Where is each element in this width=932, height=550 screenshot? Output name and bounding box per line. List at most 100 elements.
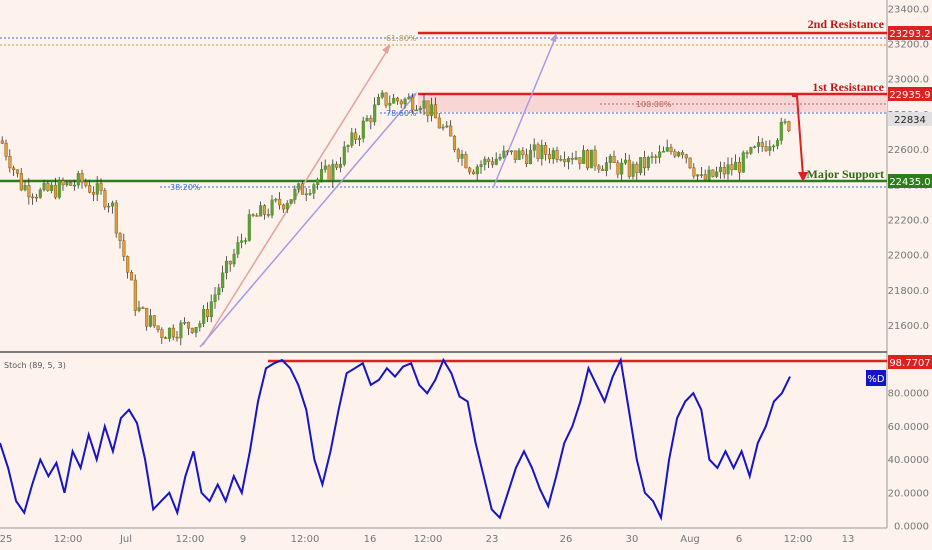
candle-body	[722, 166, 726, 175]
candle-body	[703, 174, 707, 180]
candle-body	[768, 146, 772, 151]
time-tick-label: 16	[364, 534, 377, 545]
candle-body	[46, 183, 50, 191]
stoch-title: Stoch (89, 5, 3)	[4, 361, 66, 370]
candle-body	[190, 327, 194, 333]
candle-body	[61, 180, 65, 186]
time-tick-label: 12:00	[784, 534, 813, 545]
candle-body	[418, 108, 422, 111]
candle-body	[525, 154, 529, 165]
candle-body	[433, 104, 438, 119]
candle-body	[65, 182, 69, 186]
resistance-1-tag: 22935.9	[889, 90, 930, 101]
stoch-tick-label: 20.0000	[888, 488, 929, 499]
candle-body	[205, 309, 210, 318]
candle-body	[152, 315, 156, 327]
candle-body	[331, 163, 335, 181]
candle-body	[726, 164, 730, 175]
candle-body	[12, 167, 16, 171]
candle-body	[107, 205, 111, 208]
candle-body	[578, 157, 582, 164]
stoch-legend-tag: %D	[867, 374, 885, 385]
candle-body	[323, 165, 327, 170]
time-tick-label: 12:00	[176, 534, 205, 545]
candle-body	[475, 166, 479, 175]
candle-body	[464, 154, 468, 169]
candle-body	[680, 152, 685, 155]
candle-body	[430, 104, 434, 116]
candle-body	[171, 327, 175, 338]
price-tick-label: 23000.0	[888, 75, 929, 86]
candle-body	[251, 214, 255, 216]
price-tick-label: 21600.0	[888, 321, 929, 332]
candle-body	[730, 164, 734, 171]
candle-body	[319, 169, 324, 180]
candle-body	[772, 145, 776, 148]
candle-body	[650, 156, 654, 158]
candle-body	[50, 184, 54, 191]
candle-body	[141, 307, 145, 309]
candle-body	[608, 155, 612, 163]
candle-body	[528, 149, 533, 165]
candle-body	[84, 181, 88, 186]
candle-body	[741, 152, 745, 173]
candle-body	[118, 232, 122, 241]
candle-body	[27, 185, 31, 198]
resistance-2-label: 2nd Resistance	[808, 17, 885, 31]
candle-body	[506, 150, 510, 153]
chart-background	[0, 0, 932, 550]
candle-body	[502, 150, 506, 158]
candle-body	[631, 163, 635, 177]
candle-body	[563, 159, 567, 163]
candle-body	[335, 163, 339, 168]
candle-body	[224, 260, 229, 274]
candle-body	[456, 149, 460, 159]
time-tick-label: Aug	[680, 534, 700, 545]
candle-body	[597, 165, 601, 170]
candle-body	[737, 161, 742, 173]
candle-body	[445, 125, 449, 128]
candle-body	[42, 183, 46, 191]
price-tick-label: 22600.0	[888, 145, 929, 156]
candle-body	[635, 163, 639, 174]
candle-body	[426, 100, 430, 116]
time-tick-label: 12:00	[54, 534, 83, 545]
candle-body	[642, 157, 647, 169]
price-tick-label: 23200.0	[888, 40, 929, 51]
candle-body	[0, 140, 4, 144]
time-tick-label: 30	[626, 534, 639, 545]
candle-body	[692, 167, 696, 177]
candle-body	[34, 196, 39, 199]
candle-body	[23, 185, 27, 191]
candle-body	[487, 158, 491, 163]
candle-body	[551, 150, 555, 160]
candle-body	[346, 145, 350, 148]
candle-body	[376, 96, 381, 105]
candle-body	[300, 183, 305, 195]
candle-body	[285, 203, 289, 210]
time-tick-label: 23	[486, 534, 499, 545]
candle-body	[308, 193, 312, 195]
candle-body	[715, 171, 719, 177]
candle-body	[677, 152, 681, 157]
candle-body	[160, 329, 164, 338]
candle-body	[137, 307, 141, 311]
candle-body	[373, 104, 377, 123]
candle-body	[555, 150, 559, 160]
candle-body	[452, 135, 457, 150]
candle-body	[164, 337, 168, 339]
candle-body	[183, 322, 187, 324]
candle-body	[76, 173, 80, 186]
candle-body	[536, 144, 540, 159]
fib-label-100: 100.00%	[636, 100, 672, 109]
candle-body	[209, 301, 213, 318]
candle-body	[262, 205, 267, 215]
candle-body	[471, 171, 476, 175]
candle-body	[357, 138, 362, 140]
candle-body	[779, 121, 783, 141]
forex-chart: 61.80% 78.60% 100.00% 38.20% 2nd Resista…	[0, 0, 932, 550]
candle-body	[243, 240, 248, 242]
candle-body	[312, 184, 316, 194]
candle-body	[167, 327, 172, 339]
candle-body	[4, 142, 8, 157]
